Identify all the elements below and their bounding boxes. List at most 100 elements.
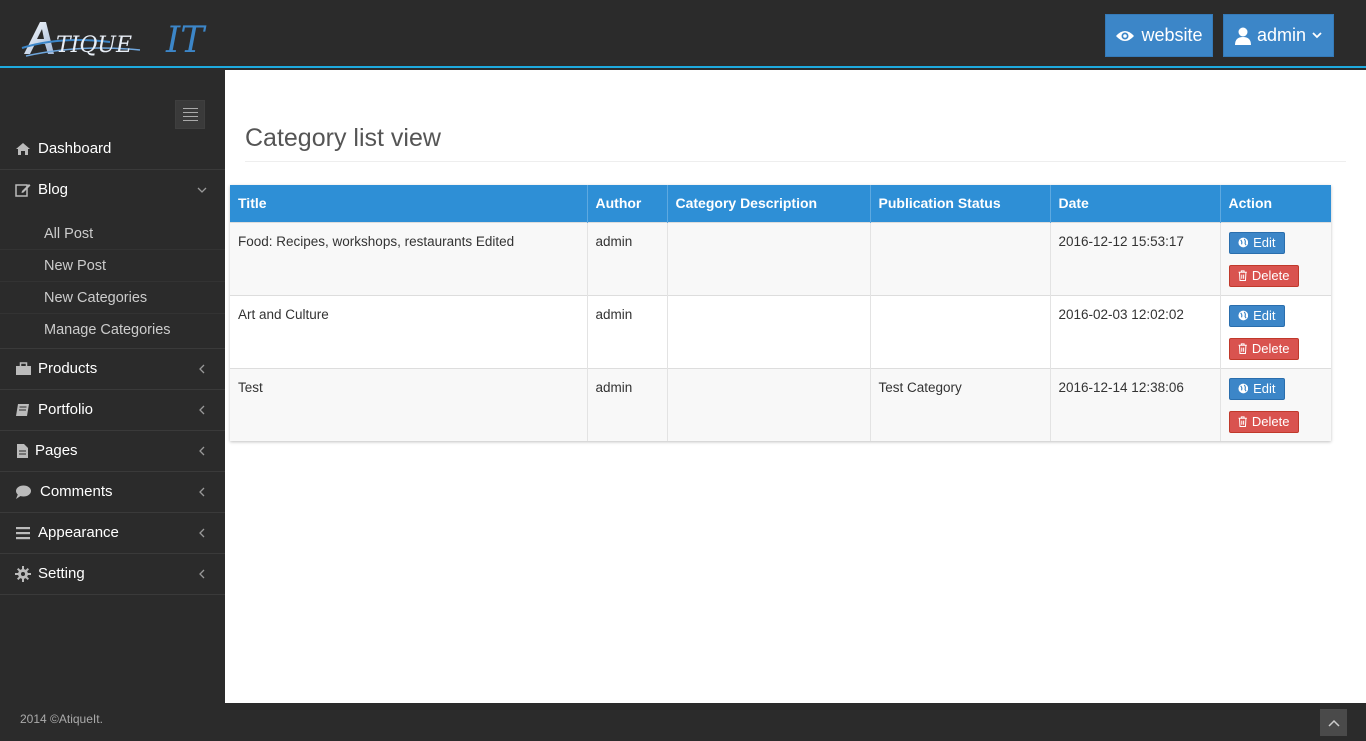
column-header-date[interactable]: Date (1050, 185, 1221, 222)
table-row: Test admin Test Category 2016-12-14 12:3… (230, 367, 1331, 441)
column-header-action: Action (1220, 185, 1331, 222)
chevron-down-icon (197, 187, 207, 193)
list-icon (16, 527, 30, 540)
menu-bar-line (182, 108, 198, 109)
column-header-description[interactable]: Category Description (667, 185, 871, 222)
submenu-item-new-post[interactable]: New Post (0, 250, 225, 282)
sidebar-item-products[interactable]: Products (0, 349, 225, 390)
column-header-status[interactable]: Publication Status (870, 185, 1051, 222)
trash-icon (1238, 416, 1247, 427)
chevron-left-icon (199, 446, 205, 456)
sidebar: Dashboard Blog All Post New Post New Cat… (0, 70, 225, 703)
title-divider (245, 161, 1346, 162)
sidebar-item-pages[interactable]: Pages (0, 431, 225, 472)
trash-icon (1238, 270, 1247, 281)
globe-icon (1237, 383, 1248, 394)
scroll-to-top-button[interactable] (1320, 709, 1347, 736)
edit-button-label: Edit (1253, 381, 1276, 396)
svg-text:TIQUE: TIQUE (56, 33, 132, 58)
chevron-left-icon (199, 528, 205, 538)
main-content: Category list view Title Author Category… (225, 70, 1366, 703)
edit-button[interactable]: Edit (1228, 304, 1285, 327)
chevron-left-icon (199, 487, 205, 497)
category-table-container: Title Author Category Description Public… (230, 185, 1331, 441)
delete-button-label: Delete (1251, 414, 1290, 429)
column-header-author[interactable]: Author (587, 185, 668, 222)
comment-icon (16, 485, 31, 499)
sidebar-item-appearance[interactable]: Appearance (0, 513, 225, 554)
cell-status (870, 294, 1051, 368)
sidebar-item-portfolio[interactable]: Portfolio (0, 390, 225, 431)
table-header-row: Title Author Category Description Public… (230, 185, 1331, 222)
edit-button-label: Edit (1253, 235, 1276, 250)
footer: 2014 ©AtiqueIt. (0, 703, 1366, 741)
cell-date: 2016-12-12 15:53:17 (1050, 221, 1221, 295)
menu-bar-line (182, 116, 198, 117)
submenu-item-new-categories[interactable]: New Categories (0, 282, 225, 314)
edit-icon (15, 184, 31, 197)
book-icon (16, 404, 29, 416)
cell-author: admin (587, 367, 668, 441)
sidebar-item-label: Pages (35, 442, 78, 459)
submenu-item-manage-categories[interactable]: Manage Categories (0, 314, 225, 346)
chevron-left-icon (199, 405, 205, 415)
delete-button-label: Delete (1251, 268, 1290, 283)
sidebar-item-comments[interactable]: Comments (0, 472, 225, 513)
submenu-item-all-post[interactable]: All Post (0, 218, 225, 250)
briefcase-icon (16, 362, 31, 375)
chevron-down-icon (1312, 32, 1322, 39)
edit-button[interactable]: Edit (1228, 231, 1285, 254)
cell-author: admin (587, 294, 668, 368)
page-title: Category list view (245, 124, 441, 152)
globe-icon (1237, 237, 1248, 248)
sidebar-item-dashboard[interactable]: Dashboard (0, 129, 225, 170)
chevron-left-icon (199, 569, 205, 579)
cell-title: Food: Recipes, workshops, restaurants Ed… (230, 221, 588, 295)
delete-button[interactable]: Delete (1228, 337, 1299, 360)
file-icon (17, 444, 28, 458)
chevron-left-icon (199, 364, 205, 374)
svg-text:IT: IT (165, 20, 207, 61)
category-table: Title Author Category Description Public… (230, 185, 1331, 441)
cell-title: Art and Culture (230, 294, 588, 368)
cell-description (667, 294, 871, 368)
home-icon (16, 143, 30, 155)
blog-submenu: All Post New Post New Categories Manage … (0, 211, 225, 349)
top-header: TIQUE IT website admin (0, 0, 1366, 68)
user-icon (1234, 27, 1251, 45)
edit-button[interactable]: Edit (1228, 377, 1285, 400)
admin-button-label: admin (1256, 25, 1307, 45)
copyright-text: 2014 ©AtiqueIt. (20, 712, 103, 726)
sidebar-item-label: Comments (40, 483, 113, 500)
blog-submenu-wrapper: All Post New Post New Categories Manage … (0, 211, 225, 349)
sidebar-item-label: Portfolio (38, 401, 94, 418)
admin-menu-button[interactable]: admin (1223, 14, 1334, 57)
cell-status (870, 221, 1051, 295)
sidebar-toggle-button[interactable] (175, 100, 205, 129)
cell-title: Test (230, 367, 588, 441)
sidebar-menu: Dashboard Blog All Post New Post New Cat… (0, 129, 225, 595)
website-button[interactable]: website (1105, 14, 1213, 57)
delete-button[interactable]: Delete (1228, 410, 1299, 433)
sidebar-item-blog[interactable]: Blog (0, 170, 225, 211)
cell-author: admin (587, 221, 668, 295)
cell-actions: Edit Delete (1220, 221, 1331, 295)
delete-button-label: Delete (1251, 341, 1290, 356)
menu-bar-line (182, 112, 198, 113)
table-row: Art and Culture admin 2016-02-03 12:02:0… (230, 294, 1331, 368)
website-button-label: website (1141, 25, 1203, 45)
globe-icon (1237, 310, 1248, 321)
cell-actions: Edit Delete (1220, 294, 1331, 368)
delete-button[interactable]: Delete (1228, 264, 1299, 287)
sidebar-item-setting[interactable]: Setting (0, 554, 225, 595)
sidebar-item-label: Appearance (38, 524, 119, 541)
gear-icon (15, 566, 31, 582)
cell-description (667, 367, 871, 441)
edit-button-label: Edit (1253, 308, 1276, 323)
column-header-title[interactable]: Title (230, 185, 588, 222)
eye-icon (1116, 30, 1135, 41)
chevron-up-icon (1327, 719, 1340, 727)
atique-it-logo[interactable]: TIQUE IT (20, 14, 230, 62)
cell-actions: Edit Delete (1220, 367, 1331, 441)
trash-icon (1238, 343, 1247, 354)
